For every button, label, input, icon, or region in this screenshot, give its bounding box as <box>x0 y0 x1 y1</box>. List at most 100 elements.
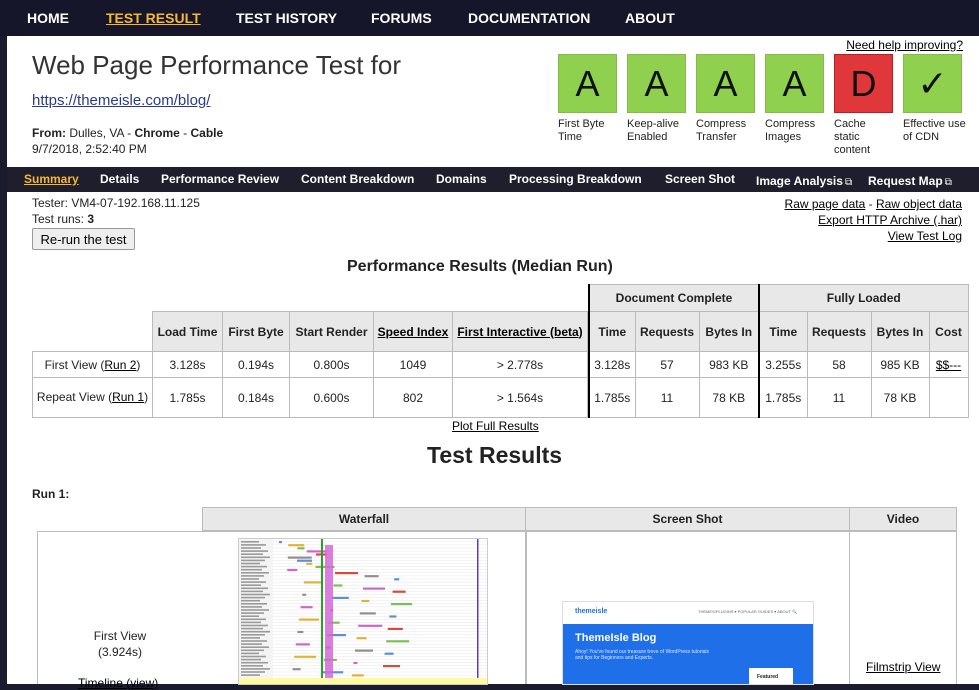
tab-details[interactable]: Details <box>100 172 139 186</box>
tab-domains[interactable]: Domains <box>436 172 487 186</box>
header-first-interactive[interactable]: First Interactive (beta) <box>457 325 582 339</box>
raw-object-data-link[interactable]: Raw object data <box>876 197 962 211</box>
waterfall-request-bar <box>332 597 349 599</box>
connection: Cable <box>191 126 224 140</box>
filmstrip-view-link[interactable]: Filmstrip View <box>866 660 940 674</box>
run-1-label: Run 1: <box>32 487 69 501</box>
table-row: First View (Run 2) 3.128s 0.194s 0.800s … <box>33 352 969 378</box>
run-1-link[interactable]: Run 1 <box>112 390 144 404</box>
waterfall-row-label <box>241 600 260 602</box>
help-improving-link[interactable]: Need help improving? <box>846 38 963 52</box>
nav-home[interactable]: HOME <box>27 10 69 26</box>
cell-start-render: 0.600s <box>290 378 374 418</box>
cell-load-time: 3.128s <box>153 352 223 378</box>
header-first-byte: First Byte <box>223 312 290 352</box>
tab-image-analysis[interactable]: Image Analysis <box>756 174 843 188</box>
tab-summary[interactable]: Summary <box>24 172 79 186</box>
shot-logo: themeisle <box>575 608 607 615</box>
waterfall-request-bar <box>288 557 312 559</box>
page-screenshot-thumbnail[interactable]: themeisle THEMES/PLUGINS ▾ POPULAR GUIDE… <box>562 601 814 685</box>
view-test-log-link[interactable]: View Test Log <box>888 229 962 243</box>
shot-nav: THEMES/PLUGINS ▾ POPULAR GUIDES ▾ ABOUT … <box>698 609 797 614</box>
screenshot-header: Screen Shot <box>525 507 850 531</box>
tab-request-map[interactable]: Request Map <box>868 174 943 188</box>
rerun-test-button[interactable]: Re-run the test <box>32 228 135 250</box>
waterfall-request-bar <box>393 591 406 593</box>
header-speed-index[interactable]: Speed Index <box>378 325 449 339</box>
nav-documentation[interactable]: DOCUMENTATION <box>468 10 590 26</box>
cost-link[interactable]: $$--- <box>936 358 961 372</box>
cell-load-time: 1.785s <box>153 378 223 418</box>
run-2-link[interactable]: Run 2 <box>104 358 136 372</box>
nav-test-result[interactable]: TEST RESULT <box>106 10 201 26</box>
from-sep-1: - <box>124 126 135 140</box>
waterfall-request-bar <box>355 650 373 652</box>
header-doc-requests: Requests <box>635 312 699 352</box>
export-har-link[interactable]: Export HTTP Archive (.har) <box>818 213 962 227</box>
header-full-time: Time <box>759 312 807 352</box>
test-runs: Test runs: 3 <box>32 212 94 226</box>
waterfall-row-label <box>241 575 264 577</box>
waterfall-row-label <box>241 560 265 562</box>
waterfall-row-label <box>241 656 266 658</box>
header-full-requests: Requests <box>807 312 871 352</box>
waterfall-request-bar <box>299 619 319 621</box>
performance-results-title: Performance Results (Median Run) <box>347 258 613 276</box>
shot-subtitle: Ahoy! You've found our treasure trove of… <box>575 649 715 661</box>
tester-value: VM4-07-192.168.11.125 <box>71 196 200 210</box>
cell-doc-bytes: 983 KB <box>699 352 759 378</box>
page-content: Need help improving? Web Page Performanc… <box>7 36 979 684</box>
waterfall-row-label <box>241 671 265 673</box>
waterfall-row-label <box>241 547 261 549</box>
grade-label-keep-alive: Keep-alive Enabled <box>627 118 693 144</box>
grade-cdn[interactable]: ✓ <box>903 54 962 113</box>
waterfall-row-label <box>241 653 259 655</box>
nav-about[interactable]: ABOUT <box>625 10 675 26</box>
grade-compress-transfer[interactable]: A <box>696 54 755 113</box>
grade-keep-alive[interactable]: A <box>627 54 686 113</box>
waterfall-request-bar <box>391 603 412 605</box>
waterfall-row-label <box>241 581 266 583</box>
tab-content-breakdown[interactable]: Content Breakdown <box>301 172 414 186</box>
grade-label-first-byte: First Byte Time <box>558 118 624 144</box>
tested-url-link[interactable]: https://themeisle.com/blog/ <box>32 92 210 109</box>
cell-doc-requests: 11 <box>635 378 699 418</box>
waterfall-row-label <box>241 668 270 670</box>
waterfall-request-bar <box>386 640 409 642</box>
waterfall-row-label <box>241 557 270 559</box>
grade-first-byte[interactable]: A <box>558 54 617 113</box>
nav-test-history[interactable]: TEST HISTORY <box>236 10 337 26</box>
cell-full-time: 3.255s <box>759 352 807 378</box>
cell-cost <box>929 378 968 418</box>
waterfall-row-label <box>241 643 262 645</box>
tab-processing-breakdown[interactable]: Processing Breakdown <box>509 172 642 186</box>
plot-full-results-link[interactable]: Plot Full Results <box>452 419 539 433</box>
nav-forums[interactable]: FORUMS <box>371 10 432 26</box>
cell-doc-time: 3.128s <box>589 352 635 378</box>
waterfall-request-bar <box>306 563 312 565</box>
waterfall-thumbnail[interactable] <box>238 538 488 685</box>
tab-performance-review[interactable]: Performance Review <box>161 172 279 186</box>
cell-full-bytes: 985 KB <box>871 352 929 378</box>
waterfall-request-bar <box>304 581 322 583</box>
waterfall-chart <box>239 539 488 685</box>
waterfall-header: Waterfall <box>202 507 526 531</box>
grade-label-compress-transfer: Compress Transfer <box>696 118 762 144</box>
first-view-label: First View (3.924s) <box>38 628 202 660</box>
waterfall-request-bar <box>365 575 379 577</box>
waterfall-row-label <box>241 541 259 543</box>
waterfall-row-label <box>241 544 266 546</box>
raw-data-links: Raw page data - Raw object data Export H… <box>785 196 962 244</box>
grade-compress-images[interactable]: A <box>765 54 824 113</box>
from-location: Dulles, VA <box>69 126 123 140</box>
waterfall-row-label <box>241 603 267 605</box>
waterfall-row-label <box>241 634 265 636</box>
waterfall-request-bar <box>361 600 369 602</box>
cell-full-requests: 11 <box>807 378 871 418</box>
waterfall-row-label <box>241 572 269 574</box>
raw-page-data-link[interactable]: Raw page data <box>785 197 866 211</box>
timeline-view-link[interactable]: Timeline (view) <box>78 676 158 690</box>
browser: Chrome <box>134 126 179 140</box>
tab-screen-shot[interactable]: Screen Shot <box>665 172 735 186</box>
grade-cache-static[interactable]: D <box>834 54 893 113</box>
